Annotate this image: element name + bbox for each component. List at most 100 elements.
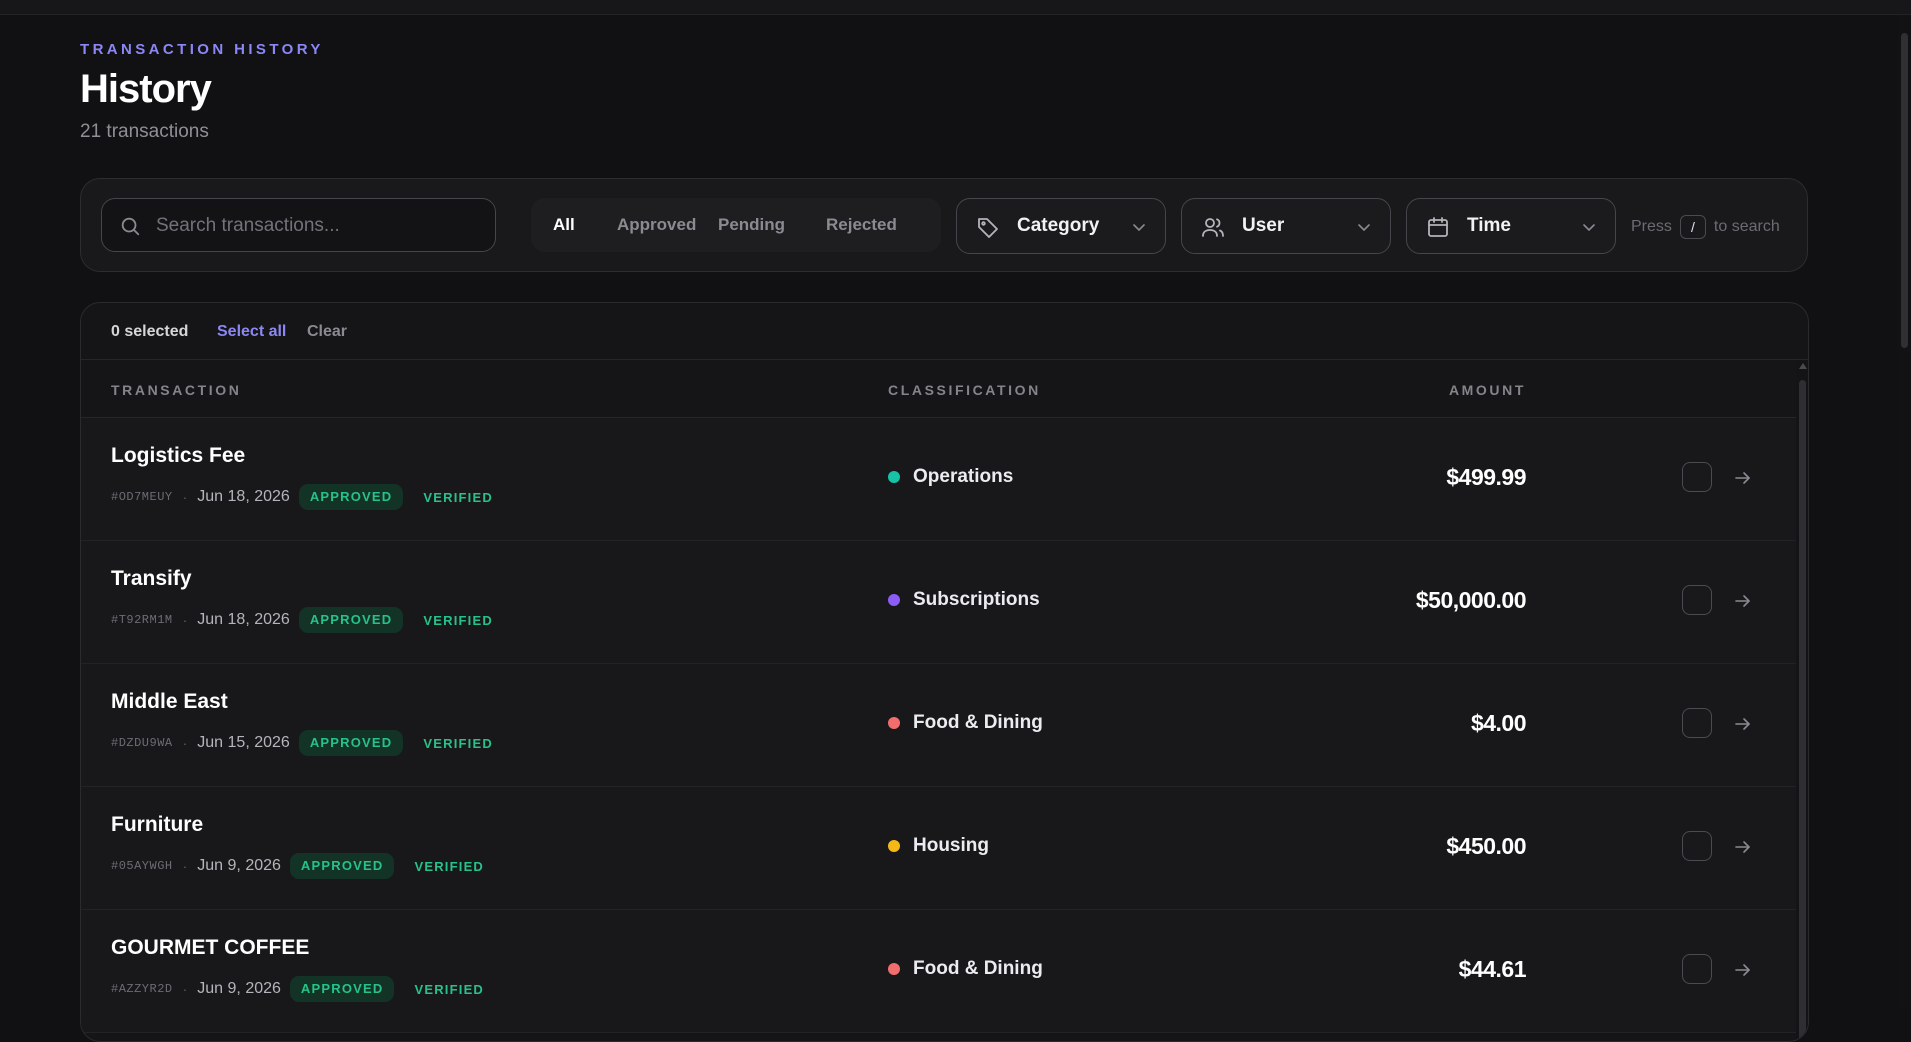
row-checkbox[interactable]	[1682, 954, 1712, 984]
transaction-list: Logistics Fee #OD7MEUY · Jun 18, 2026 AP…	[81, 418, 1796, 1033]
table-row[interactable]: GOURMET COFFEE #AZZYR2D · Jun 9, 2026 AP…	[81, 910, 1796, 1033]
tab-rejected[interactable]: Rejected	[826, 198, 897, 252]
page-eyebrow: TRANSACTION HISTORY	[80, 41, 324, 58]
table-header: TRANSACTION CLASSIFICATION AMOUNT	[81, 360, 1796, 418]
status-badge: APPROVED	[298, 484, 404, 510]
time-dropdown[interactable]: Time	[1406, 198, 1616, 254]
category-label: Housing	[913, 835, 989, 856]
select-all-button[interactable]: Select all	[217, 323, 286, 341]
category-dot	[888, 471, 900, 483]
arrow-right-icon[interactable]	[1733, 591, 1753, 611]
transaction-count: 21 transactions	[80, 121, 209, 142]
transaction-amount: $499.99	[1446, 464, 1526, 490]
table-row[interactable]: Middle East #DZDU9WA · Jun 15, 2026 APPR…	[81, 664, 1796, 787]
transactions-panel: 0 selected Select all Clear TRANSACTION …	[80, 302, 1809, 1042]
transaction-id: #OD7MEUY	[111, 490, 173, 504]
scroll-up-arrow[interactable]	[1799, 363, 1807, 369]
row-checkbox[interactable]	[1682, 585, 1712, 615]
category-dot	[888, 840, 900, 852]
page-scrollbar[interactable]	[1898, 15, 1911, 1007]
status-tabs: All Approved Pending Rejected	[531, 198, 941, 252]
transaction-name: Transify	[111, 567, 192, 590]
table-row[interactable]: Transify #T92RM1M · Jun 18, 2026 APPROVE…	[81, 541, 1796, 664]
verified-label: VERIFIED	[423, 612, 493, 628]
status-badge: APPROVED	[289, 853, 395, 879]
time-dropdown-label: Time	[1467, 215, 1512, 236]
transaction-id: #DZDU9WA	[111, 736, 173, 750]
arrow-right-icon[interactable]	[1733, 837, 1753, 857]
classification: Housing	[888, 835, 989, 857]
users-icon	[1202, 218, 1224, 237]
row-checkbox[interactable]	[1682, 462, 1712, 492]
window-top-bar	[0, 0, 1911, 15]
transaction-date: Jun 9, 2026	[197, 857, 281, 874]
row-checkbox[interactable]	[1682, 831, 1712, 861]
list-scrollbar[interactable]	[1796, 360, 1808, 1041]
category-dropdown-label: Category	[1017, 215, 1100, 236]
row-checkbox[interactable]	[1682, 708, 1712, 738]
selection-bar: 0 selected Select all Clear	[81, 303, 1808, 360]
keyboard-hint: Press / to search	[1631, 215, 1780, 239]
tag-icon	[978, 218, 998, 238]
chevron-down-icon	[1583, 224, 1595, 232]
transaction-meta: #DZDU9WA · Jun 15, 2026 APPROVED VERIFIE…	[111, 730, 493, 756]
status-badge: APPROVED	[289, 976, 395, 1002]
transaction-meta: #OD7MEUY · Jun 18, 2026 APPROVED VERIFIE…	[111, 484, 493, 510]
hint-key: /	[1679, 215, 1706, 239]
clear-selection-button[interactable]: Clear	[307, 323, 347, 341]
tab-all[interactable]: All	[553, 198, 575, 252]
transaction-meta: #05AYWGH · Jun 9, 2026 APPROVED VERIFIED	[111, 853, 484, 879]
search-input[interactable]	[154, 210, 478, 242]
classification: Food & Dining	[888, 958, 1043, 980]
transaction-meta: #AZZYR2D · Jun 9, 2026 APPROVED VERIFIED	[111, 976, 484, 1002]
category-label: Food & Dining	[913, 712, 1043, 733]
calendar-icon	[1428, 217, 1448, 237]
meta-separator: ·	[182, 858, 188, 874]
arrow-right-icon[interactable]	[1733, 468, 1753, 488]
arrow-right-icon[interactable]	[1733, 960, 1753, 980]
category-dot	[888, 717, 900, 729]
table-row[interactable]: Logistics Fee #OD7MEUY · Jun 18, 2026 AP…	[81, 418, 1796, 541]
transaction-amount: $44.61	[1458, 956, 1527, 982]
tab-approved[interactable]: Approved	[617, 198, 696, 252]
transaction-meta: #T92RM1M · Jun 18, 2026 APPROVED VERIFIE…	[111, 607, 493, 633]
meta-separator: ·	[182, 981, 188, 997]
classification: Food & Dining	[888, 712, 1043, 734]
classification: Subscriptions	[888, 589, 1040, 611]
selected-count: 0 selected	[111, 323, 189, 340]
category-dropdown[interactable]: Category	[956, 198, 1166, 254]
category-label: Subscriptions	[913, 589, 1040, 610]
transaction-date: Jun 15, 2026	[197, 734, 290, 751]
column-header-transaction: TRANSACTION	[111, 382, 242, 398]
hint-suffix: to search	[1713, 218, 1780, 236]
transaction-amount: $4.00	[1470, 710, 1527, 736]
page-scrollbar-thumb[interactable]	[1901, 33, 1908, 348]
arrow-right-icon[interactable]	[1733, 714, 1753, 734]
category-label: Operations	[913, 466, 1014, 487]
list-scrollbar-thumb[interactable]	[1799, 380, 1806, 1041]
transaction-id: #AZZYR2D	[111, 982, 173, 996]
classification: Operations	[888, 466, 1013, 488]
category-dot	[888, 594, 900, 606]
meta-separator: ·	[182, 489, 188, 505]
category-label: Food & Dining	[913, 958, 1043, 979]
page-title: History	[80, 67, 212, 111]
transaction-name: Furniture	[111, 813, 204, 836]
column-header-classification: CLASSIFICATION	[888, 382, 1041, 398]
chevron-down-icon	[1133, 224, 1145, 232]
verified-label: VERIFIED	[414, 981, 485, 997]
user-dropdown[interactable]: User	[1181, 198, 1391, 254]
tab-pending[interactable]: Pending	[718, 198, 785, 252]
table-row[interactable]: Furniture #05AYWGH · Jun 9, 2026 APPROVE…	[81, 787, 1796, 910]
transaction-date: Jun 18, 2026	[197, 488, 290, 505]
transaction-name: Middle East	[111, 690, 228, 713]
search-icon	[121, 217, 140, 236]
status-badge: APPROVED	[298, 730, 404, 756]
meta-separator: ·	[182, 735, 188, 751]
transaction-date: Jun 9, 2026	[197, 980, 281, 997]
transaction-id: #T92RM1M	[111, 613, 173, 627]
category-dot	[888, 963, 900, 975]
filter-bar: All Approved Pending Rejected Category U…	[80, 178, 1808, 272]
search-box[interactable]	[101, 198, 496, 252]
hint-prefix: Press	[1631, 218, 1672, 236]
